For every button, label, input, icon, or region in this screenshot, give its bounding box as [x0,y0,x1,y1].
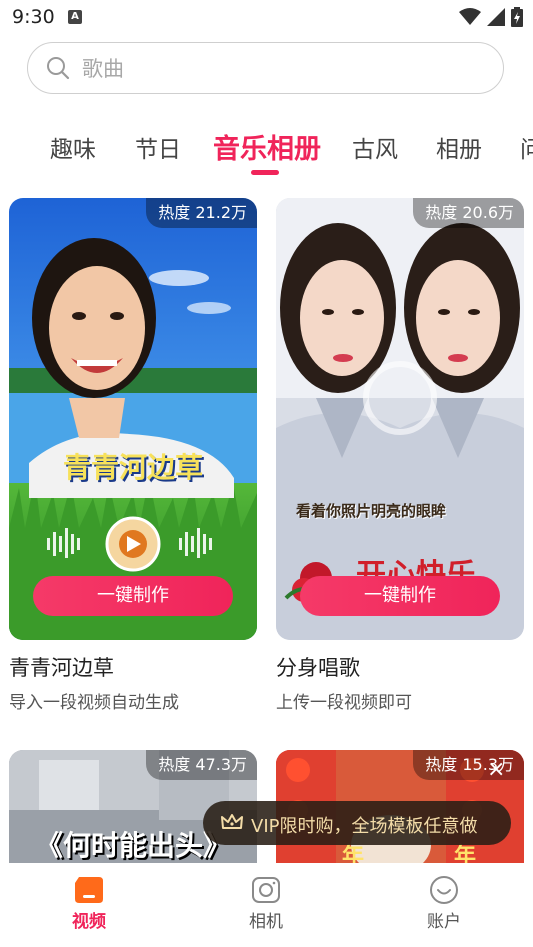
make-button[interactable]: 一键制作 [300,576,500,616]
card-subtitle: 上传一段视频即可 [276,693,412,713]
heat-badge: 热度 21.2万 [146,198,257,228]
signal-icon [487,8,505,26]
template-thumbnail[interactable]: 看着你照片明亮的眼眸 开心快乐 热度 20.6万 一键制作 [276,198,524,640]
thumbnail-caption: 青青河边草 [62,451,203,484]
tab-more[interactable]: 问 [520,130,533,164]
make-button[interactable]: 一键制作 [33,576,233,616]
card-title: 青青河边草 [9,656,114,680]
vip-promo-text: VIP限时购，全场模板任意做 [251,816,478,837]
close-icon[interactable]: × [487,757,505,782]
search-icon [47,57,70,80]
tab-album[interactable]: 相册 [436,130,482,164]
search-bar[interactable] [27,42,504,94]
nav-label: 相机 [249,912,283,932]
tab-indicator [251,170,279,175]
video-icon [75,877,103,903]
search-input[interactable] [80,51,484,87]
thumbnail-image [9,198,257,640]
heat-badge: 热度 20.6万 [413,198,524,228]
status-time: 9:30 [12,6,55,28]
thumbnail-caption: 《何时能出头》 [35,829,232,862]
category-tabs: 趣味 节日 音乐相册 古风 相册 问 [0,118,533,178]
heat-badge: 热度 47.3万 [146,750,257,780]
tab-fun[interactable]: 趣味 [50,130,96,164]
template-thumbnail[interactable]: 青青河边草 热度 21.2万 一键制作 [9,198,257,640]
status-bar: 9:30 A [0,0,533,34]
nav-camera[interactable]: 相机 [206,863,326,947]
wifi-icon [459,8,481,25]
nav-label: 账户 [427,912,461,932]
nav-label: 视频 [72,912,106,932]
heat-badge: 热度 15.3万 [413,750,524,780]
nav-account[interactable]: 账户 [384,863,504,947]
account-icon [430,876,458,904]
vip-promo-toast[interactable]: VIP限时购，全场模板任意做 [203,801,511,845]
battery-icon [511,7,523,27]
tab-music-album[interactable]: 音乐相册 [213,127,321,166]
card-title: 分身唱歌 [276,656,360,680]
camera-icon [252,877,280,903]
bottom-nav: 视频 相机 账户 [0,863,533,947]
tab-ancient-style[interactable]: 古风 [352,130,398,164]
nav-video[interactable]: 视频 [29,863,149,947]
thumbnail-caption: 看着你照片明亮的眼眸 [296,502,447,520]
crown-icon [221,814,243,829]
notification-icon: A [68,10,82,24]
tab-holiday[interactable]: 节日 [135,130,181,164]
card-subtitle: 导入一段视频自动生成 [9,693,179,713]
